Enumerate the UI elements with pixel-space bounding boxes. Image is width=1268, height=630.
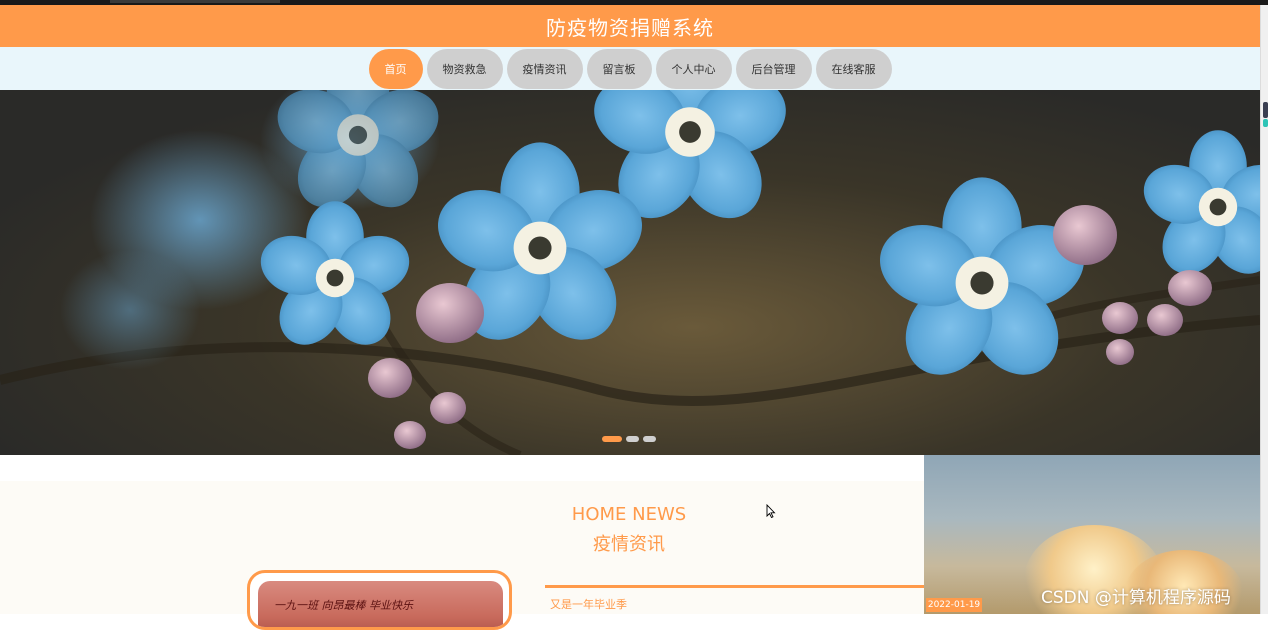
news-photo: 一九一班 向昂最棒 毕业快乐 xyxy=(258,581,503,627)
nav-home[interactable]: 首页 xyxy=(368,48,423,89)
page-scrollbar[interactable] xyxy=(1260,5,1268,614)
scrollbar-marker xyxy=(1263,119,1268,127)
news-item-title[interactable]: 又是一年毕业季 xyxy=(550,596,627,612)
carousel-dot-2[interactable] xyxy=(626,436,639,442)
main-nav: 首页 物资救急 疫情资讯 留言板 个人中心 后台管理 在线客服 xyxy=(0,47,1260,90)
nav-material-aid[interactable]: 物资救急 xyxy=(426,48,503,89)
news-image-card[interactable]: 一九一班 向昂最棒 毕业快乐 xyxy=(247,570,512,630)
site-title: 防疫物资捐赠系统 xyxy=(546,15,714,40)
tab-strip xyxy=(110,0,280,3)
watermark: CSDN @计算机程序源码 xyxy=(1041,588,1231,608)
carousel-dot-3[interactable] xyxy=(643,436,656,442)
nav-personal-center[interactable]: 个人中心 xyxy=(655,48,732,89)
hero-banner[interactable] xyxy=(0,90,1260,455)
site-header: 防疫物资捐赠系统 xyxy=(0,5,1260,47)
nav-online-service[interactable]: 在线客服 xyxy=(815,48,892,89)
photo-caption: 一九一班 向昂最棒 毕业快乐 xyxy=(274,599,413,612)
carousel-indicators xyxy=(602,436,656,442)
news-date-badge: 2022-01-19 xyxy=(926,598,982,612)
news-section: HOME NEWS 疫情资讯 一九一班 向昂最棒 毕业快乐 又是一年毕业季 xyxy=(0,455,990,630)
nav-message-board[interactable]: 留言板 xyxy=(586,48,652,89)
carousel-dot-1[interactable] xyxy=(602,436,622,442)
nav-admin[interactable]: 后台管理 xyxy=(735,48,812,89)
nav-epidemic-news[interactable]: 疫情资讯 xyxy=(506,48,583,89)
mouse-cursor-icon xyxy=(766,504,776,518)
flowers-image xyxy=(0,90,1260,455)
scrollbar-thumb[interactable] xyxy=(1263,102,1268,118)
